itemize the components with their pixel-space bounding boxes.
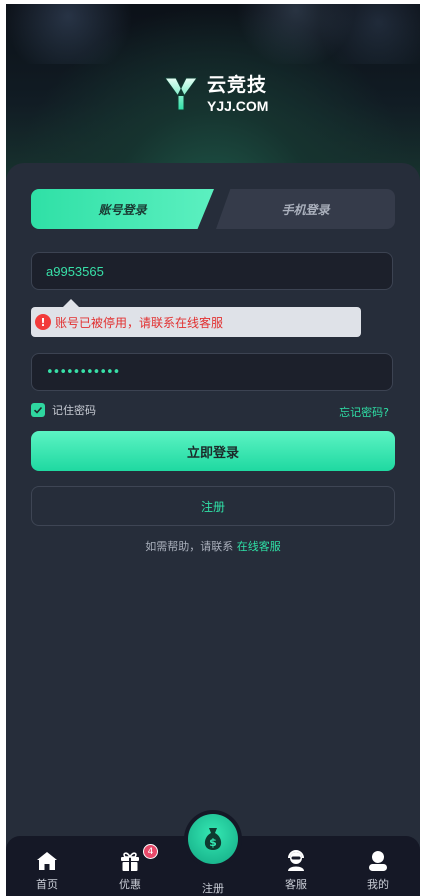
stadium-lights bbox=[6, 4, 420, 64]
remember-label: 记住密码 bbox=[52, 404, 96, 417]
username-value: a9953565 bbox=[46, 263, 104, 279]
login-button[interactable]: 立即登录 bbox=[31, 431, 395, 471]
error-icon: ! bbox=[35, 314, 51, 330]
register-button[interactable]: 注册 bbox=[31, 486, 395, 526]
username-field[interactable]: a9953565 bbox=[31, 252, 393, 290]
money-bag-icon: $ bbox=[204, 828, 222, 850]
tab-phone-login[interactable]: 手机登录 bbox=[216, 189, 395, 229]
nav-service-label: 客服 bbox=[285, 878, 307, 891]
home-icon bbox=[37, 852, 57, 870]
nav-register-label: 注册 bbox=[202, 882, 224, 895]
logo-y-icon bbox=[164, 77, 198, 111]
nav-promo-label: 优惠 bbox=[119, 878, 141, 891]
nav-mine[interactable]: 我的 bbox=[348, 836, 408, 896]
help-text: 如需帮助，请联系 bbox=[145, 540, 234, 553]
help-line: 如需帮助，请联系 在线客服 bbox=[6, 538, 420, 554]
password-value: ••••••••••• bbox=[46, 364, 120, 380]
nav-mine-label: 我的 bbox=[367, 878, 389, 891]
check-icon bbox=[33, 406, 43, 414]
password-field[interactable]: ••••••••••• bbox=[31, 353, 393, 391]
brand-name-cn: 云竞技 bbox=[207, 73, 268, 96]
forgot-password-link[interactable]: 忘记密码? bbox=[339, 404, 389, 420]
promo-badge: 4 bbox=[143, 844, 158, 859]
hero-banner: 云竞技 YJJ.COM bbox=[6, 4, 420, 184]
error-tooltip: ! 账号已被停用，请联系在线客服 bbox=[31, 299, 361, 337]
nav-home[interactable]: 首页 bbox=[17, 836, 77, 896]
tab-account-login[interactable]: 账号登录 bbox=[31, 189, 214, 229]
login-card: 账号登录 手机登录 a9953565 ! 账号已被停用，请联系在线客服 ••••… bbox=[6, 163, 420, 896]
nav-home-label: 首页 bbox=[36, 878, 58, 891]
customer-service-icon bbox=[288, 850, 304, 871]
logo-text: 云竞技 YJJ.COM bbox=[207, 73, 269, 114]
nav-service[interactable]: 客服 bbox=[266, 836, 326, 896]
brand-name-en: YJJ.COM bbox=[207, 97, 269, 114]
error-message: 账号已被停用，请联系在线客服 bbox=[55, 315, 224, 330]
register-fab[interactable]: $ bbox=[188, 814, 238, 864]
remember-password[interactable]: 记住密码 bbox=[31, 402, 96, 418]
app-screen: 云竞技 YJJ.COM 账号登录 手机登录 a9953565 ! 账号已被停用，… bbox=[6, 4, 420, 896]
user-icon bbox=[369, 851, 387, 871]
brand-logo: 云竞技 YJJ.COM bbox=[163, 74, 268, 114]
online-service-link[interactable]: 在线客服 bbox=[237, 540, 281, 553]
gift-icon bbox=[121, 852, 139, 871]
svg-text:$: $ bbox=[209, 836, 217, 849]
remember-checkbox[interactable] bbox=[31, 403, 45, 417]
